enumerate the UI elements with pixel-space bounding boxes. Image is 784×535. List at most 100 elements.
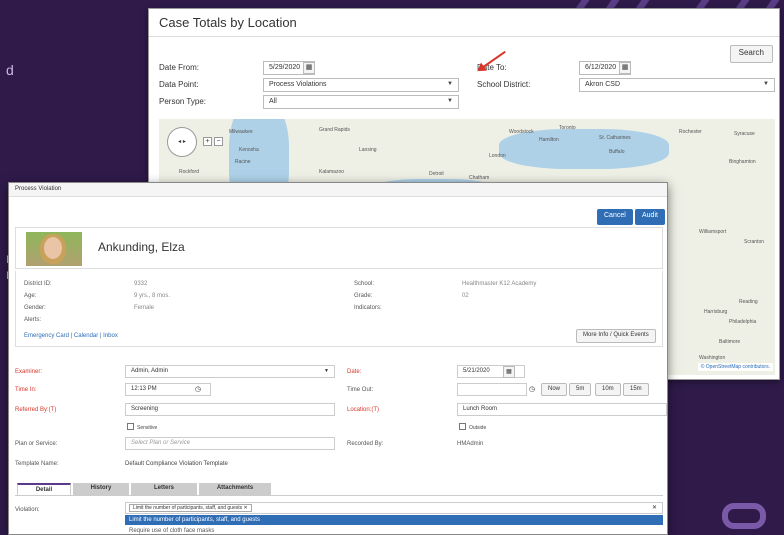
- district-id-label: District ID:: [24, 281, 52, 287]
- student-links[interactable]: Emergency Card | Calendar | Inbox: [24, 333, 118, 339]
- background-text: d: [6, 62, 14, 78]
- map-attribution[interactable]: © OpenStreetMap contributors.: [697, 363, 773, 371]
- outside-checkbox[interactable]: Outside: [459, 423, 486, 431]
- violation-chip[interactable]: Limit the number of participants, staff,…: [129, 504, 252, 512]
- template-label: Template Name:: [15, 461, 59, 467]
- school-district-value: Akron CSD: [585, 81, 621, 88]
- calendar-icon[interactable]: ▦: [503, 366, 515, 378]
- referred-by-input[interactable]: Screening: [125, 403, 335, 416]
- time-out-label: Time Out:: [347, 387, 374, 393]
- map-label: Harrisburg: [704, 309, 728, 315]
- gender-value: Female: [134, 305, 155, 311]
- tab-detail[interactable]: Detail: [17, 483, 71, 495]
- examiner-select[interactable]: Admin, Admin ▼: [125, 365, 335, 378]
- school-label: School:: [354, 281, 375, 287]
- violation-label: Violation:: [15, 507, 40, 513]
- map-label: Toronto: [559, 125, 576, 131]
- map-label: Kenosha: [239, 147, 259, 153]
- map-label: Scranton: [744, 239, 765, 245]
- calendar-icon[interactable]: ▦: [303, 62, 315, 74]
- student-info: District ID: 9332 Age: 9 yrs., 8 mos. Ge…: [15, 271, 663, 347]
- examiner-value: Admin, Admin: [131, 368, 169, 374]
- plan-label: Plan or Service:: [15, 441, 58, 447]
- 5m-button[interactable]: 5m: [569, 383, 592, 396]
- dropdown-option[interactable]: Limit the number of participants, staff,…: [125, 515, 663, 525]
- map-label: Baltimore: [719, 339, 741, 345]
- map-label: Kalamazoo: [319, 169, 345, 175]
- data-point-label: Data Point:: [159, 80, 199, 89]
- map-label: Hamilton: [539, 137, 559, 143]
- district-id-value: 9332: [134, 281, 148, 287]
- now-button[interactable]: Now: [541, 383, 568, 396]
- map-label: Lansing: [359, 147, 377, 153]
- brand-logo: [722, 503, 766, 529]
- date-from-label: Date From:: [159, 63, 200, 72]
- time-out-input[interactable]: [457, 383, 527, 396]
- clock-icon[interactable]: ◷: [195, 385, 201, 393]
- student-header: Ankunding, Elza: [15, 227, 663, 269]
- examiner-label: Examiner:: [15, 369, 43, 375]
- person-type-value: All: [269, 98, 277, 105]
- location-label: Location:(T): [347, 407, 380, 413]
- more-info-button[interactable]: More Info / Quick Events: [576, 329, 656, 343]
- close-icon[interactable]: ✕: [244, 505, 248, 511]
- violation-chip-label: Limit the number of participants, staff,…: [133, 505, 243, 511]
- date-label: Date:: [347, 369, 362, 375]
- sensitive-checkbox[interactable]: Sensitive: [127, 423, 157, 431]
- zoom-in-button[interactable]: +: [203, 137, 212, 146]
- grade-label: Grade:: [354, 293, 373, 299]
- gender-label: Gender:: [24, 305, 46, 311]
- tab-attachments[interactable]: Attachments: [199, 483, 271, 495]
- student-photo: [26, 232, 82, 266]
- tab-divider: [15, 495, 663, 496]
- dropdown-option[interactable]: Require use of cloth face masks: [125, 526, 663, 535]
- person-type-label: Person Type:: [159, 97, 206, 106]
- cancel-button[interactable]: Cancel: [597, 209, 633, 225]
- chevron-down-icon: ▼: [324, 368, 329, 374]
- clear-icon[interactable]: ✕: [652, 504, 657, 511]
- template-value: Default Compliance Violation Template: [125, 461, 228, 467]
- location-input[interactable]: Lunch Room: [457, 403, 667, 416]
- recorded-by-label: Recorded By:: [347, 441, 384, 447]
- plan-input[interactable]: Select Plan or Service: [125, 437, 335, 450]
- calendar-icon[interactable]: ▦: [619, 62, 631, 74]
- map-label: London: [489, 153, 506, 159]
- map-label: Grand Rapids: [319, 127, 350, 133]
- age-value: 9 yrs., 8 mos.: [134, 293, 171, 299]
- map-label: Williamsport: [699, 229, 727, 235]
- pan-control[interactable]: ◂ ▸: [167, 127, 197, 157]
- referred-by-label: Referred By:(T): [15, 407, 57, 413]
- school-value: Healthmaster K12 Academy: [462, 281, 537, 287]
- tab-letters[interactable]: Letters: [131, 483, 197, 495]
- map-label: St. Catharines: [599, 135, 631, 141]
- recorded-by-value: HMAdmin: [457, 441, 484, 447]
- map-label: Rochester: [679, 129, 702, 135]
- time-in-label: Time In:: [15, 387, 37, 393]
- grade-value: 02: [462, 293, 469, 299]
- lake-ontario: [499, 129, 669, 169]
- 15m-button[interactable]: 15m: [623, 383, 649, 396]
- alerts-label: Alerts:: [24, 317, 42, 323]
- case-totals-title: Case Totals by Location: [149, 9, 779, 37]
- chevron-down-icon: ▼: [763, 81, 769, 87]
- school-district-select[interactable]: Akron CSD ▼: [579, 78, 775, 92]
- chevron-down-icon: ▼: [447, 98, 453, 104]
- student-name: Ankunding, Elza: [98, 240, 185, 254]
- clock-icon[interactable]: ◷: [529, 385, 535, 393]
- chevron-down-icon: ▼: [447, 81, 453, 87]
- 10m-button[interactable]: 10m: [595, 383, 621, 396]
- zoom-out-button[interactable]: −: [214, 137, 223, 146]
- tab-history[interactable]: History: [73, 483, 129, 495]
- map-label: Buffalo: [609, 149, 625, 155]
- school-district-label: School District:: [477, 80, 531, 89]
- search-button[interactable]: Search: [729, 45, 773, 63]
- data-point-select[interactable]: Process Violations ▼: [263, 78, 459, 92]
- map-label: Detroit: [429, 171, 444, 177]
- data-point-value: Process Violations: [269, 81, 327, 88]
- violation-multiselect[interactable]: Limit the number of participants, staff,…: [125, 502, 663, 514]
- map-label: Binghamton: [729, 159, 756, 165]
- map-label: Syracuse: [734, 131, 755, 137]
- window-title: Process Violation: [9, 183, 667, 197]
- person-type-select[interactable]: All ▼: [263, 95, 459, 109]
- audit-button[interactable]: Audit: [635, 209, 665, 225]
